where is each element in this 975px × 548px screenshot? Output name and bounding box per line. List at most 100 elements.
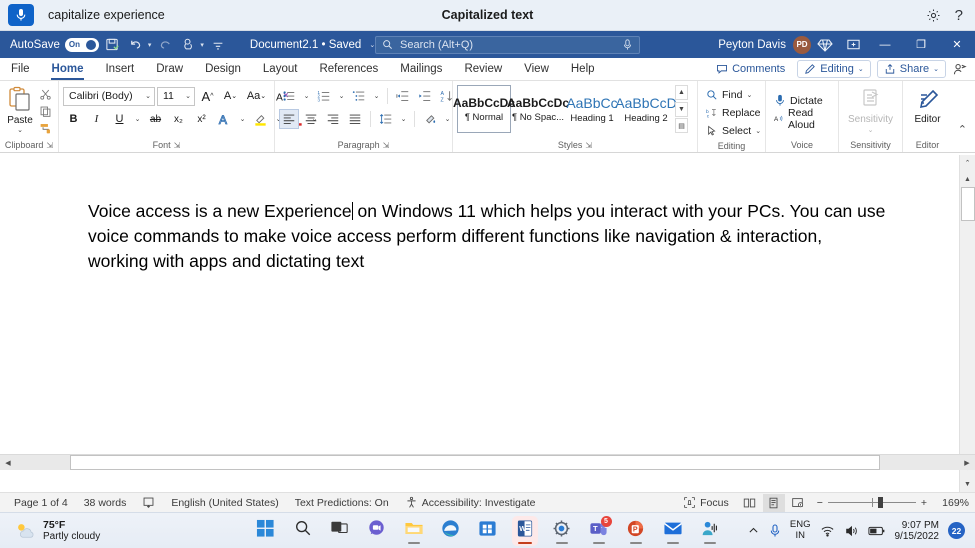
tray-microphone-icon[interactable] — [769, 523, 781, 538]
redo-icon[interactable] — [156, 36, 174, 54]
wifi-icon[interactable] — [820, 524, 835, 538]
tab-layout[interactable]: Layout — [252, 58, 309, 80]
replace-button[interactable]: b c Replace — [702, 104, 765, 121]
web-layout-icon[interactable] — [787, 494, 809, 512]
justify-icon[interactable] — [345, 109, 365, 129]
paragraph-dialog-launcher[interactable]: ⇲ — [383, 141, 390, 150]
diamond-icon[interactable] — [811, 31, 839, 58]
font-name-combo[interactable]: Calibri (Body) ⌄ — [63, 86, 155, 106]
tab-file[interactable]: File — [0, 58, 41, 80]
document-text[interactable]: Voice access is a new Experience on Wind… — [88, 199, 887, 274]
autosave-toggle[interactable]: On — [64, 37, 99, 52]
zoom-out-button[interactable]: − — [817, 497, 823, 509]
accessibility-indicator[interactable]: Accessibility: Investigate — [397, 496, 544, 509]
ribbon-display-options-icon[interactable] — [839, 31, 867, 58]
multilevel-list-icon[interactable] — [349, 86, 369, 106]
styles-dialog-launcher[interactable]: ⇲ — [585, 141, 592, 150]
customize-quick-access-icon[interactable] — [209, 36, 227, 54]
mail-icon[interactable] — [660, 516, 686, 546]
word-count[interactable]: 38 words — [76, 497, 135, 509]
undo-dropdown-caret-icon[interactable]: ▾ — [148, 41, 152, 49]
styles-scroll-down-icon[interactable]: ▼ — [675, 101, 688, 117]
numbering-caret-icon[interactable]: ⌄ — [336, 86, 347, 106]
show-hidden-icons-icon[interactable] — [747, 524, 760, 537]
shading-icon[interactable] — [420, 109, 440, 129]
line-spacing-caret-icon[interactable]: ⌄ — [398, 109, 409, 129]
vertical-scrollbar[interactable]: ⌃ ▲ ▼ ▼ — [959, 155, 975, 492]
speaker-icon[interactable] — [844, 524, 859, 538]
edge-icon[interactable] — [438, 516, 464, 546]
vertical-scroll-track[interactable] — [959, 187, 975, 460]
catch-up-person-icon[interactable] — [952, 62, 967, 77]
chat-icon[interactable] — [364, 516, 390, 546]
user-name-label[interactable]: Peyton Davis — [718, 39, 786, 51]
save-icon[interactable] — [104, 36, 122, 54]
change-case-button[interactable]: Aa ⌄ — [243, 86, 270, 106]
shrink-font-button[interactable]: A ⌄ — [220, 86, 241, 106]
zoom-slider[interactable]: − + — [817, 497, 927, 509]
format-painter-icon[interactable] — [36, 121, 54, 136]
clipboard-dialog-launcher[interactable]: ⇲ — [46, 141, 53, 150]
powerpoint-icon[interactable]: P — [623, 516, 649, 546]
language-indicator[interactable]: English (United States) — [163, 497, 286, 509]
increase-indent-icon[interactable] — [415, 86, 435, 106]
editing-button[interactable]: Editing ⌄ — [797, 60, 871, 78]
styles-scroll-up-icon[interactable]: ▲ — [675, 85, 688, 100]
print-layout-icon[interactable] — [762, 493, 785, 512]
tab-design[interactable]: Design — [194, 58, 252, 80]
tab-review[interactable]: Review — [453, 58, 513, 80]
paste-button[interactable]: Paste ⌄ — [4, 84, 36, 134]
file-explorer-icon[interactable] — [401, 516, 427, 546]
text-effects-icon[interactable]: A — [214, 109, 235, 129]
word-icon[interactable]: W — [511, 515, 538, 546]
close-button[interactable]: ✕ — [939, 31, 975, 58]
text-effects-caret-icon[interactable]: ⌄ — [237, 109, 248, 129]
highlight-icon[interactable] — [250, 109, 271, 129]
minimize-button[interactable]: — — [867, 31, 903, 58]
search-box[interactable] — [375, 35, 640, 54]
horizontal-scroll-track[interactable] — [16, 455, 959, 470]
language-indicator[interactable]: ENG IN — [790, 519, 811, 541]
restore-button[interactable]: ❐ — [903, 31, 939, 58]
document-name-label[interactable]: Document2.1 • Saved — [250, 39, 361, 51]
zoom-level-label[interactable]: 169% — [935, 497, 969, 509]
settings-icon[interactable] — [549, 516, 575, 546]
weather-widget[interactable]: 75°F Partly cloudy — [0, 519, 100, 542]
scroll-left-button[interactable]: ◀ — [0, 455, 16, 470]
tab-mailings[interactable]: Mailings — [389, 58, 453, 80]
battery-icon[interactable] — [867, 525, 886, 537]
scissors-icon[interactable] — [36, 87, 54, 102]
voice-access-mic-button[interactable] — [8, 4, 34, 26]
tab-view[interactable]: View — [513, 58, 560, 80]
style-heading-2[interactable]: AaBbCcD Heading 2 — [615, 85, 676, 133]
search-input[interactable] — [400, 38, 622, 51]
subscript-button[interactable]: x₂ — [168, 109, 189, 129]
tab-help[interactable]: Help — [560, 58, 606, 80]
comments-button[interactable]: Comments — [710, 60, 791, 78]
numbering-icon[interactable]: 1 2 3 — [314, 86, 334, 106]
page-indicator[interactable]: Page 1 of 4 — [6, 497, 76, 509]
editor-button[interactable]: Editor — [907, 84, 948, 125]
read-aloud-button[interactable]: A Read Aloud — [770, 107, 834, 131]
underline-button[interactable]: U — [109, 109, 130, 129]
horizontal-scroll-thumb[interactable] — [70, 455, 880, 470]
teams-icon[interactable]: T 5 — [586, 515, 612, 546]
sensitivity-button[interactable]: Sensitivity ⌄ — [843, 84, 898, 134]
zoom-thumb[interactable] — [877, 497, 883, 508]
strikethrough-button[interactable]: ab — [145, 109, 166, 129]
style-no-spacing[interactable]: AaBbCcDc ¶ No Spac... — [507, 85, 569, 133]
touch-mode-icon[interactable] — [179, 36, 197, 54]
font-dialog-launcher[interactable]: ⇲ — [174, 141, 181, 150]
bullets-caret-icon[interactable]: ⌄ — [301, 86, 312, 106]
style-heading-1[interactable]: AaBbCc Heading 1 — [565, 85, 619, 133]
underline-caret-icon[interactable]: ⌄ — [132, 109, 143, 129]
search-microphone-icon[interactable] — [622, 38, 633, 51]
font-size-combo[interactable]: 11 ⌄ — [157, 86, 195, 106]
copy-icon[interactable] — [36, 104, 54, 119]
style-normal[interactable]: AaBbCcDc ¶ Normal — [453, 85, 515, 133]
multilevel-caret-icon[interactable]: ⌄ — [371, 86, 382, 106]
align-right-icon[interactable] — [323, 109, 343, 129]
zoom-in-button[interactable]: + — [921, 497, 927, 509]
tab-draw[interactable]: Draw — [145, 58, 194, 80]
document-page[interactable]: Voice access is a new Experience on Wind… — [8, 155, 957, 492]
